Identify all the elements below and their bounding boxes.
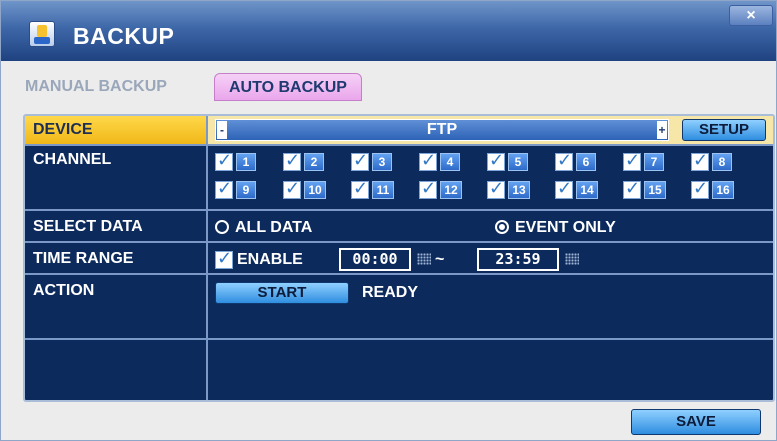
checkbox-checked-icon: [555, 150, 573, 171]
checkbox-checked-icon: [691, 150, 709, 171]
checkbox-checked-icon: [419, 150, 437, 171]
start-time-field[interactable]: 00:00: [339, 248, 411, 271]
channel-number: 3: [372, 153, 392, 171]
channel-checkbox-3[interactable]: 3: [351, 150, 397, 173]
channel-checkbox-6[interactable]: 6: [555, 150, 601, 173]
channel-number: 5: [508, 153, 528, 171]
channel-number: 8: [712, 153, 732, 171]
end-time-field[interactable]: 23:59: [477, 248, 559, 271]
channel-number: 10: [304, 181, 326, 199]
channel-checkbox-16[interactable]: 16: [691, 178, 737, 201]
channel-number: 2: [304, 153, 324, 171]
checkbox-checked-icon: [283, 178, 301, 199]
checkbox-checked-icon: [351, 178, 369, 199]
channel-checkbox-15[interactable]: 15: [623, 178, 669, 201]
channel-checkbox-14[interactable]: 14: [555, 178, 601, 201]
window-title: BACKUP: [73, 23, 175, 49]
channel-checkbox-11[interactable]: 11: [351, 178, 397, 201]
title-bar: BACKUP ×: [1, 1, 776, 61]
auto-backup-panel: DEVICE - FTP + SETUP CHANNEL 12345678910…: [23, 114, 775, 402]
radio-all-data-label: ALL DATA: [235, 219, 313, 236]
channel-checkbox-10[interactable]: 10: [283, 178, 329, 201]
checkbox-checked-icon: [487, 150, 505, 171]
checkbox-checked-icon: [351, 150, 369, 171]
enable-label: ENABLE: [237, 251, 303, 268]
select-data-row: SELECT DATA ALL DATA EVENT ONLY: [25, 213, 773, 243]
checkbox-checked-icon: [487, 178, 505, 199]
checkbox-checked-icon: [623, 150, 641, 171]
channel-checkbox-7[interactable]: 7: [623, 150, 669, 173]
close-button[interactable]: ×: [729, 5, 773, 26]
channel-number: 12: [440, 181, 462, 199]
checkbox-checked-icon: [215, 178, 233, 199]
channel-number: 6: [576, 153, 596, 171]
keypad-icon[interactable]: [565, 253, 579, 265]
channel-row: CHANNEL 12345678910111213141516: [25, 146, 773, 211]
channel-checkbox-5[interactable]: 5: [487, 150, 533, 173]
channel-checkbox-4[interactable]: 4: [419, 150, 465, 173]
checkbox-checked-icon: [283, 150, 301, 171]
channel-number: 15: [644, 181, 666, 199]
device-label: DEVICE: [25, 116, 206, 144]
tab-manual-backup[interactable]: MANUAL BACKUP: [25, 73, 167, 101]
channel-checkbox-8[interactable]: 8: [691, 150, 737, 173]
device-row: DEVICE - FTP + SETUP: [25, 116, 773, 146]
radio-event-only-label: EVENT ONLY: [515, 219, 616, 236]
channel-number: 9: [236, 181, 256, 199]
action-label: ACTION: [33, 282, 95, 299]
channel-number: 11: [372, 181, 394, 199]
setup-button[interactable]: SETUP: [682, 119, 766, 141]
checkbox-checked-icon: [419, 178, 437, 199]
device-select[interactable]: - FTP +: [215, 119, 669, 141]
time-range-row: TIME RANGE ENABLE 00:00 ~ 23:59: [25, 245, 773, 275]
radio-on-icon: [495, 220, 509, 234]
radio-all-data[interactable]: ALL DATA: [215, 219, 312, 237]
action-row: ACTION START READY: [25, 277, 773, 340]
channel-number: 1: [236, 153, 256, 171]
channel-number: 16: [712, 181, 734, 199]
channel-number: 13: [508, 181, 530, 199]
status-text: READY: [362, 284, 419, 301]
save-button[interactable]: SAVE: [631, 409, 761, 435]
backup-window: BACKUP × MANUAL BACKUP AUTO BACKUP DEVIC…: [0, 0, 777, 441]
range-separator: ~: [435, 251, 445, 268]
channel-checkbox-12[interactable]: 12: [419, 178, 465, 201]
channel-label: CHANNEL: [33, 151, 112, 168]
checkbox-checked-icon: [691, 178, 709, 199]
backup-disk-icon: [29, 21, 55, 47]
channel-number: 14: [576, 181, 598, 199]
radio-event-only[interactable]: EVENT ONLY: [495, 219, 616, 237]
device-value: FTP: [426, 121, 458, 138]
time-range-label: TIME RANGE: [33, 250, 134, 267]
keypad-icon[interactable]: [417, 253, 431, 265]
radio-off-icon: [215, 220, 229, 234]
device-next-button[interactable]: +: [657, 121, 667, 139]
tab-auto-backup[interactable]: AUTO BACKUP: [214, 73, 362, 101]
checkbox-checked-icon: [623, 178, 641, 199]
enable-checkbox[interactable]: [215, 248, 233, 269]
channel-checkbox-13[interactable]: 13: [487, 178, 533, 201]
channel-grid: 12345678910111213141516: [215, 150, 775, 207]
checkbox-checked-icon: [555, 178, 573, 199]
channel-checkbox-9[interactable]: 9: [215, 178, 261, 201]
channel-number: 7: [644, 153, 664, 171]
select-data-label: SELECT DATA: [33, 218, 143, 235]
checkbox-checked-icon: [215, 150, 233, 171]
channel-number: 4: [440, 153, 460, 171]
channel-checkbox-2[interactable]: 2: [283, 150, 329, 173]
channel-checkbox-1[interactable]: 1: [215, 150, 261, 173]
start-button[interactable]: START: [215, 282, 349, 304]
